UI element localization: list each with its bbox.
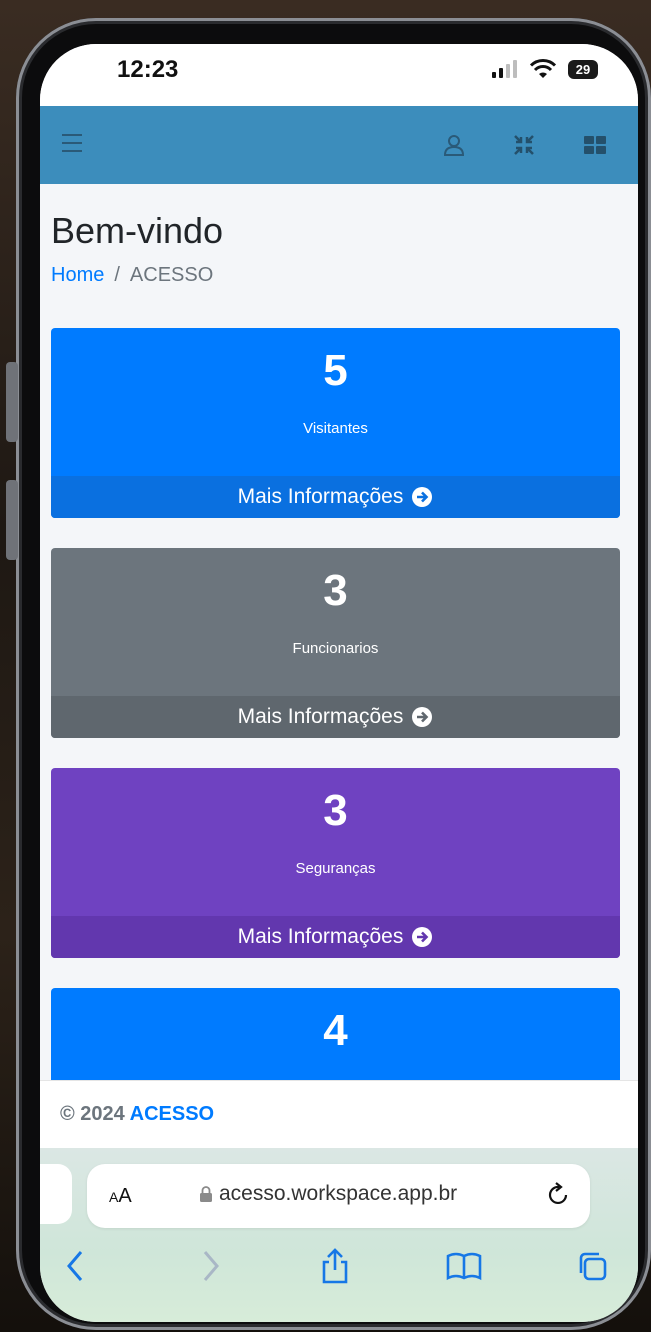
browser-toolbar: AAAA acesso.workspace.app.br <box>40 1148 638 1322</box>
copyright-year: © 2024 <box>60 1103 125 1125</box>
status-icons: 29 <box>492 59 598 79</box>
arrow-circle-right-icon <box>412 707 433 727</box>
top-navbar <box>40 106 638 184</box>
url-label: acesso.workspace.app.br <box>219 1182 458 1205</box>
stat-value: 3 <box>323 786 348 835</box>
signal-icon <box>492 60 517 78</box>
stat-label: Seguranças <box>295 860 376 877</box>
stat-label: Visitantes <box>303 420 368 437</box>
status-time: 12:23 <box>117 56 179 83</box>
user-icon[interactable] <box>442 133 466 157</box>
more-info-link[interactable]: Mais Informações <box>51 916 620 958</box>
more-info-label: Mais Informações <box>237 925 404 948</box>
reload-icon[interactable] <box>546 1181 572 1209</box>
page-title: Bem-vindo <box>51 210 224 251</box>
copyright-text: © 2024 ACESSO <box>60 1103 214 1126</box>
breadcrumb-home-link[interactable]: Home <box>51 264 104 286</box>
grid-icon[interactable] <box>583 133 607 157</box>
arrow-circle-right-icon <box>412 927 433 947</box>
phone-side-button <box>6 480 18 560</box>
tabs-icon[interactable] <box>576 1248 610 1284</box>
phone-screen: 12:23 29 Bem-vindo Home / ACESSO 5 Visit… <box>40 44 638 1322</box>
page-footer: © 2024 ACESSO <box>40 1080 638 1151</box>
stat-value: 5 <box>323 346 348 395</box>
share-icon[interactable] <box>319 1248 351 1284</box>
battery-indicator: 29 <box>568 59 598 79</box>
url-text: acesso.workspace.app.br <box>199 1182 457 1206</box>
stat-label: Funcionarios <box>292 640 379 657</box>
phone-side-button <box>6 362 18 442</box>
stat-card-funcionarios: 3 Funcionarios Mais Informações <box>51 548 620 738</box>
more-info-link[interactable]: Mais Informações <box>51 696 620 738</box>
browser-nav-row <box>40 1248 638 1298</box>
forward-icon[interactable] <box>198 1248 222 1284</box>
more-info-label: Mais Informações <box>237 485 404 508</box>
stat-value: 3 <box>323 566 348 615</box>
breadcrumb-current: ACESSO <box>129 264 214 286</box>
status-bar: 12:23 29 <box>40 44 638 106</box>
compress-icon[interactable] <box>512 133 536 157</box>
footer-brand-link[interactable]: ACESSO <box>130 1103 214 1125</box>
stat-card-visitantes: 5 Visitantes Mais Informações <box>51 328 620 518</box>
wifi-icon <box>530 59 556 78</box>
more-info-label: Mais Informações <box>237 705 404 728</box>
stat-value: 4 <box>323 1006 348 1055</box>
arrow-circle-right-icon <box>412 487 433 507</box>
lock-icon <box>200 1186 212 1202</box>
hamburger-menu-icon[interactable] <box>62 134 82 158</box>
breadcrumb-separator: / <box>114 264 120 286</box>
text-size-button[interactable]: AAAA <box>109 1185 132 1208</box>
previous-tab-peek[interactable] <box>40 1164 72 1224</box>
bookmarks-icon[interactable] <box>445 1248 483 1284</box>
breadcrumb: Home / ACESSO <box>51 264 213 287</box>
more-info-link[interactable]: Mais Informações <box>51 476 620 518</box>
back-icon[interactable] <box>64 1248 88 1284</box>
address-bar[interactable]: AAAA acesso.workspace.app.br <box>87 1164 590 1228</box>
stat-card-segurancas: 3 Seguranças Mais Informações <box>51 768 620 958</box>
